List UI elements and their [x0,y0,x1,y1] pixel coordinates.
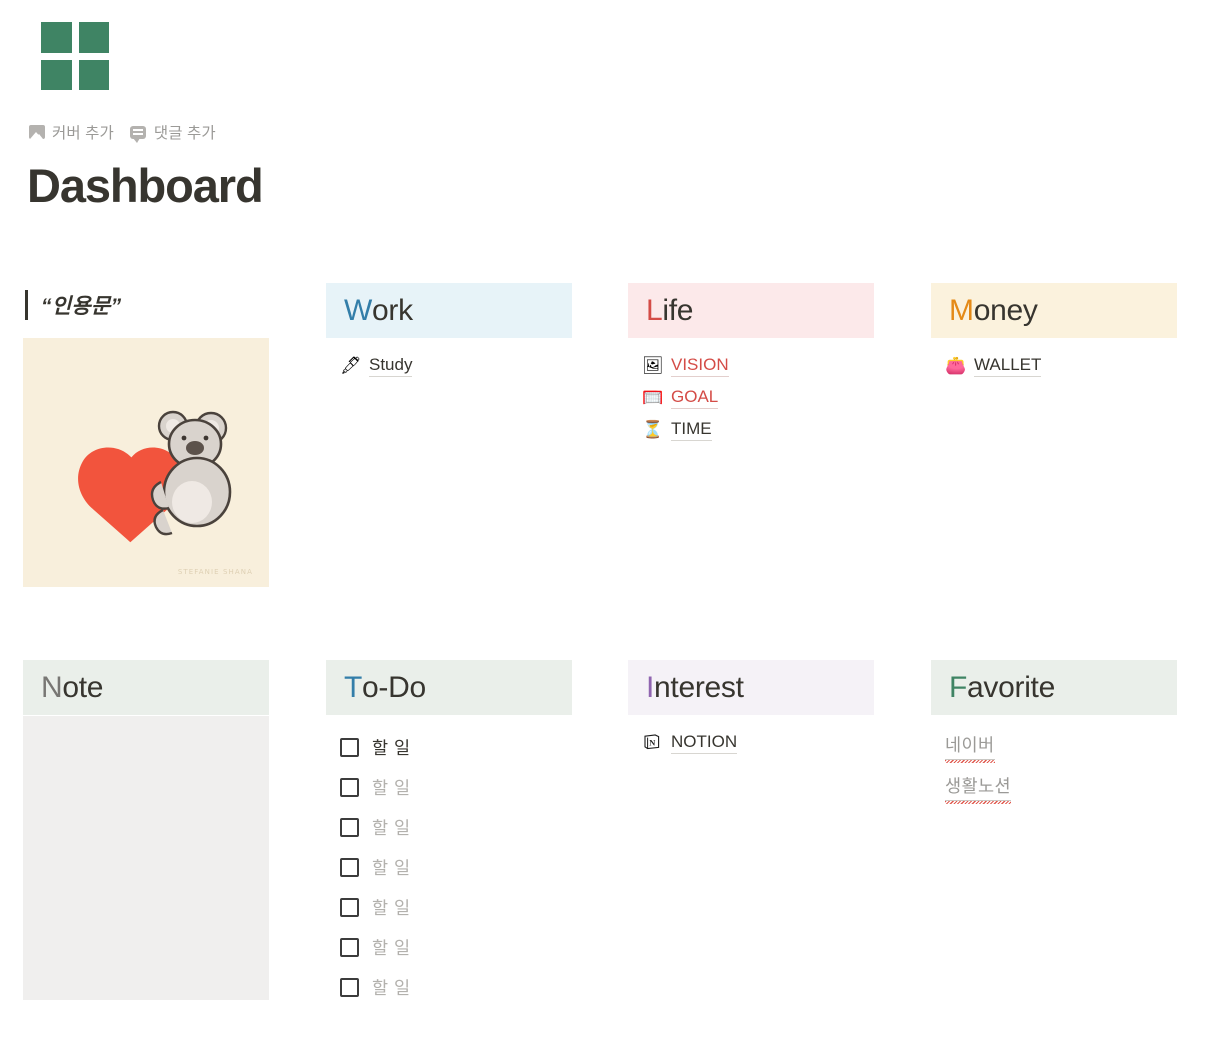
fountain-pen-icon: 🖋 [340,355,362,376]
todo-item[interactable]: 할 일 [340,967,572,1007]
todo-label: 할 일 [372,937,411,958]
section-money-title-rest: oney [973,293,1038,327]
list-item[interactable]: N NOTION [642,727,874,759]
add-comment-label: 댓글 추가 [153,125,216,142]
add-cover-button[interactable]: 커버 추가 [28,121,114,143]
page-title[interactable]: Dashboard [27,155,264,217]
list-item[interactable]: 🥅 GOAL [642,382,874,414]
todo-checkbox[interactable] [340,857,359,877]
quote-bar [25,290,28,320]
framed-picture-icon: 🖼 [642,355,664,376]
todo-checkbox[interactable] [340,897,359,917]
section-todo: To-Do 할 일 할 일 할 일 할 일 할 일 할 일 할 일 [326,660,572,1007]
link-life-notion[interactable]: 생활노션 [945,773,1011,804]
link-vision[interactable]: VISION [671,355,729,377]
section-money-items: 👛 WALLET [931,338,1177,382]
notion-logo-icon: N [642,733,661,754]
section-money-title-initial: M [949,293,974,327]
koala-heart-image: STEFANIE SHANA [23,338,269,587]
add-cover-label: 커버 추가 [52,125,114,142]
grid-square-top-left [41,22,72,53]
list-item[interactable]: 🖋 Study [340,350,572,382]
link-time[interactable]: TIME [671,419,712,441]
todo-label: 할 일 [372,897,411,918]
quote-text: “인용문” [41,295,122,318]
section-interest-items: N NOTION [628,715,874,759]
todo-item[interactable]: 할 일 [340,767,572,807]
section-note-title-rest: ote [62,670,104,704]
link-study[interactable]: Study [369,355,413,377]
section-favorite-title-rest: avorite [967,670,1055,704]
grid-square-bottom-left [41,59,72,90]
section-life-header[interactable]: Life [628,283,874,338]
section-interest-title-rest: nterest [654,670,744,704]
section-favorite-header[interactable]: Favorite [931,660,1177,715]
todo-label: 할 일 [372,977,411,998]
section-life-title-initial: L [646,293,663,327]
section-note-header[interactable]: Note [23,660,269,715]
section-work-title-rest: ork [372,293,413,327]
todo-item[interactable]: 할 일 [340,887,572,927]
section-favorite-title-initial: F [949,670,968,704]
grid-square-bottom-right [78,59,109,90]
section-life: Life 🖼 VISION 🥅 GOAL ⏳ TIME [628,283,874,446]
list-item[interactable]: 생활노션 [945,766,1177,807]
todo-label: 할 일 [372,817,411,838]
section-work-title-initial: W [344,293,373,327]
todo-item[interactable]: 할 일 [340,727,572,767]
section-work-header[interactable]: Work [326,283,572,338]
section-favorite: Favorite 네이버 생활노션 [931,660,1177,807]
goal-net-icon: 🥅 [642,387,664,408]
section-todo-header[interactable]: To-Do [326,660,572,715]
svg-text:N: N [649,738,655,747]
section-interest-header[interactable]: Interest [628,660,874,715]
section-todo-items: 할 일 할 일 할 일 할 일 할 일 할 일 할 일 [326,715,572,1007]
four-square-grid-icon[interactable] [41,22,109,90]
list-item[interactable]: 👛 WALLET [945,350,1177,382]
section-interest: Interest N NOTION [628,660,874,759]
section-todo-title-rest: o-Do [362,670,426,704]
link-wallet[interactable]: WALLET [974,355,1042,377]
section-work-items: 🖋 Study [326,338,572,382]
comment-bubble-icon [130,124,147,143]
section-note: Note [23,660,269,715]
todo-item[interactable]: 할 일 [340,807,572,847]
purse-icon: 👛 [945,355,967,376]
section-life-items: 🖼 VISION 🥅 GOAL ⏳ TIME [628,338,874,446]
todo-checkbox[interactable] [340,817,359,837]
notion-dashboard-page: 커버 추가 댓글 추가 Dashboard “인용문” STEFANIE SHA… [0,0,1212,1042]
grid-square-top-right [78,22,109,53]
todo-checkbox[interactable] [340,777,359,797]
image-icon [28,124,45,141]
section-interest-title-initial: I [646,670,655,704]
list-item[interactable]: ⏳ TIME [642,414,874,446]
section-life-title-rest: ife [662,293,694,327]
image-watermark: STEFANIE SHANA [177,568,253,576]
section-work: Work 🖋 Study [326,283,572,382]
section-todo-title-initial: T [344,670,363,704]
todo-checkbox[interactable] [340,977,359,997]
add-comment-button[interactable]: 댓글 추가 [130,121,216,143]
section-note-title-initial: N [41,670,63,704]
section-money: Money 👛 WALLET [931,283,1177,382]
link-notion[interactable]: NOTION [671,732,738,754]
todo-checkbox[interactable] [340,737,359,757]
hourglass-icon: ⏳ [642,419,664,440]
list-item[interactable]: 🖼 VISION [642,350,874,382]
todo-item[interactable]: 할 일 [340,847,572,887]
todo-label: 할 일 [372,857,411,878]
quote-block[interactable]: “인용문” [25,290,121,320]
todo-checkbox[interactable] [340,937,359,957]
section-money-header[interactable]: Money [931,283,1177,338]
note-content-area[interactable] [23,716,269,1000]
page-meta-actions: 커버 추가 댓글 추가 [28,121,216,143]
todo-label: 할 일 [372,737,411,758]
todo-item[interactable]: 할 일 [340,927,572,967]
link-naver[interactable]: 네이버 [945,732,995,763]
section-favorite-items: 네이버 생활노션 [931,715,1177,807]
todo-label: 할 일 [372,777,411,798]
list-item[interactable]: 네이버 [945,725,1177,766]
link-goal[interactable]: GOAL [671,387,719,409]
